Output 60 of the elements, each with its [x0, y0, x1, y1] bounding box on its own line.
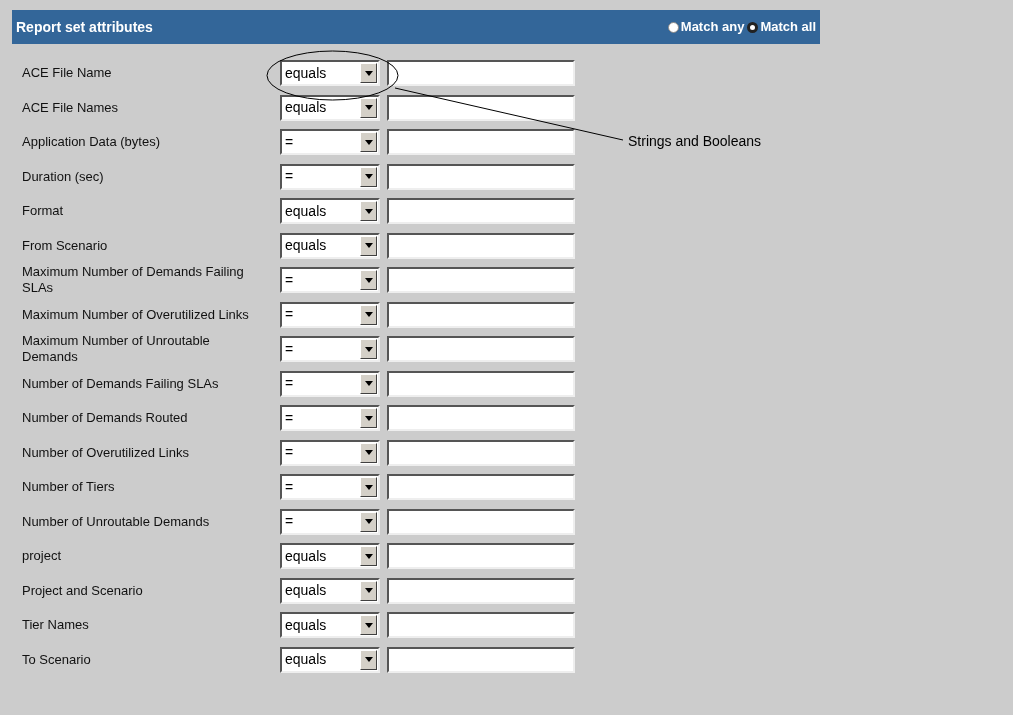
radio-label: Match any [680, 18, 745, 37]
value-field[interactable] [387, 543, 575, 570]
attribute-label: Number of Tiers [21, 479, 116, 496]
operator-select[interactable]: equals [280, 232, 380, 259]
value-field[interactable] [387, 301, 575, 328]
attribute-label: Maximum Number of Unroutable Demands [21, 333, 211, 366]
attribute-label: Number of Overutilized Links [21, 444, 190, 461]
operator-select[interactable]: = [280, 405, 380, 432]
operator-select[interactable]: equals [280, 198, 380, 225]
attribute-label: Application Data (bytes) [21, 134, 161, 151]
value-field[interactable] [387, 577, 575, 604]
attribute-label: From Scenario [21, 237, 109, 254]
operator-select[interactable]: = [280, 370, 380, 397]
attribute-label: To Scenario [21, 651, 92, 668]
value-field[interactable] [387, 646, 575, 673]
attribute-label: Number of Demands Routed [21, 410, 189, 427]
attribute-label: Maximum Number of Demands Failing SLAs [21, 264, 245, 297]
value-field[interactable] [387, 474, 575, 501]
value-field[interactable] [387, 267, 575, 294]
value-field[interactable] [387, 336, 575, 363]
value-field[interactable] [387, 60, 575, 87]
attribute-label: Duration (sec) [21, 168, 105, 185]
attribute-label: Number of Demands Failing SLAs [21, 375, 220, 392]
radio-button[interactable] [667, 21, 679, 33]
operator-select[interactable]: equals [280, 646, 380, 673]
value-field[interactable] [387, 129, 575, 156]
value-field[interactable] [387, 198, 575, 225]
operator-select[interactable]: = [280, 439, 380, 466]
value-field[interactable] [387, 232, 575, 259]
value-field[interactable] [387, 370, 575, 397]
radio-label: Match all [760, 18, 816, 37]
operator-select[interactable]: equals [280, 60, 380, 87]
attribute-label: Format [21, 203, 65, 220]
operator-select[interactable]: = [280, 129, 380, 156]
operator-select[interactable]: equals [280, 577, 380, 604]
attribute-label: ACE File Names [21, 99, 120, 116]
value-field[interactable] [387, 612, 575, 639]
annotation-label: Strings and Booleans [628, 132, 762, 151]
value-field[interactable] [387, 405, 575, 432]
operator-select[interactable]: = [280, 267, 380, 294]
attribute-label: Maximum Number of Overutilized Links [21, 306, 250, 323]
operator-select[interactable]: equals [280, 612, 380, 639]
attribute-label: ACE File Name [21, 65, 113, 82]
operator-select[interactable]: equals [280, 94, 380, 121]
attribute-label: Project and Scenario [21, 582, 144, 599]
attribute-label: Tier Names [21, 617, 90, 634]
panel-title: Report set attributes [16, 17, 153, 37]
operator-select[interactable]: = [280, 301, 380, 328]
value-field[interactable] [387, 163, 575, 190]
value-field[interactable] [387, 439, 575, 466]
operator-select[interactable]: = [280, 508, 380, 535]
operator-select[interactable]: = [280, 336, 380, 363]
attribute-label: Number of Unroutable Demands [21, 513, 211, 530]
operator-select[interactable]: equals [280, 543, 380, 570]
value-field[interactable] [387, 94, 575, 121]
value-field[interactable] [387, 508, 575, 535]
radio-button[interactable] [747, 21, 759, 33]
operator-select[interactable]: = [280, 474, 380, 501]
operator-select[interactable]: = [280, 163, 380, 190]
attribute-label: project [21, 548, 63, 565]
